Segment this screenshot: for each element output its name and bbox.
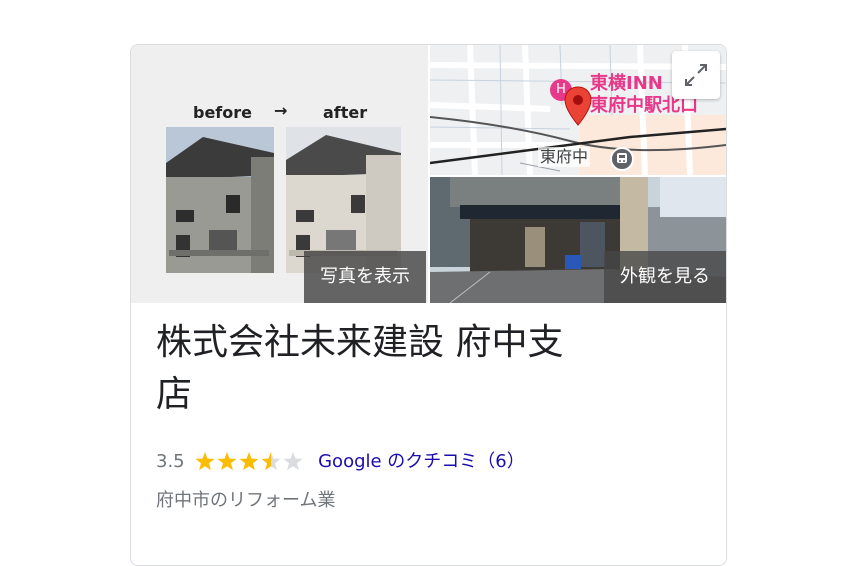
station-train-icon [610, 147, 634, 171]
view-street-view-button[interactable]: 外観を見る [604, 251, 726, 303]
expand-icon [685, 64, 707, 86]
star-icon [239, 452, 259, 471]
rating-number: 3.5 [156, 451, 185, 472]
rating-stars [194, 449, 306, 475]
star-rating-icon [195, 452, 303, 471]
photo-gallery: before → after 写真を表示 H 東横INN 東府中駅北口 東府中 … [131, 45, 726, 303]
station-label: 東府中 [538, 147, 591, 167]
business-name-line2: 店 [156, 374, 193, 415]
map-thumbnail[interactable]: H 東横INN 東府中駅北口 東府中 [430, 45, 726, 175]
business-name-line1: 株式会社未来建設 府中支 [156, 322, 564, 363]
google-reviews-link[interactable]: Google のクチコミ（6） [318, 451, 525, 472]
star-icon [195, 452, 215, 471]
location-pin-icon [564, 86, 592, 126]
star-icon [217, 452, 237, 471]
main-photo[interactable]: before → after 写真を表示 [131, 45, 428, 303]
business-category: 府中市のリフォーム業 [156, 490, 336, 511]
view-photos-button[interactable]: 写真を表示 [304, 251, 426, 303]
street-view-thumbnail[interactable]: 外観を見る [430, 177, 726, 303]
knowledge-panel-card: before → after 写真を表示 H 東横INN 東府中駅北口 東府中 … [130, 44, 727, 566]
star-icon [283, 452, 303, 471]
star-icon [261, 452, 281, 471]
business-name: 株式会社未来建設 府中支 店 [156, 317, 676, 421]
rating-row: 3.5 Google のクチコミ（6） [156, 449, 525, 475]
expand-map-button[interactable] [672, 51, 720, 99]
